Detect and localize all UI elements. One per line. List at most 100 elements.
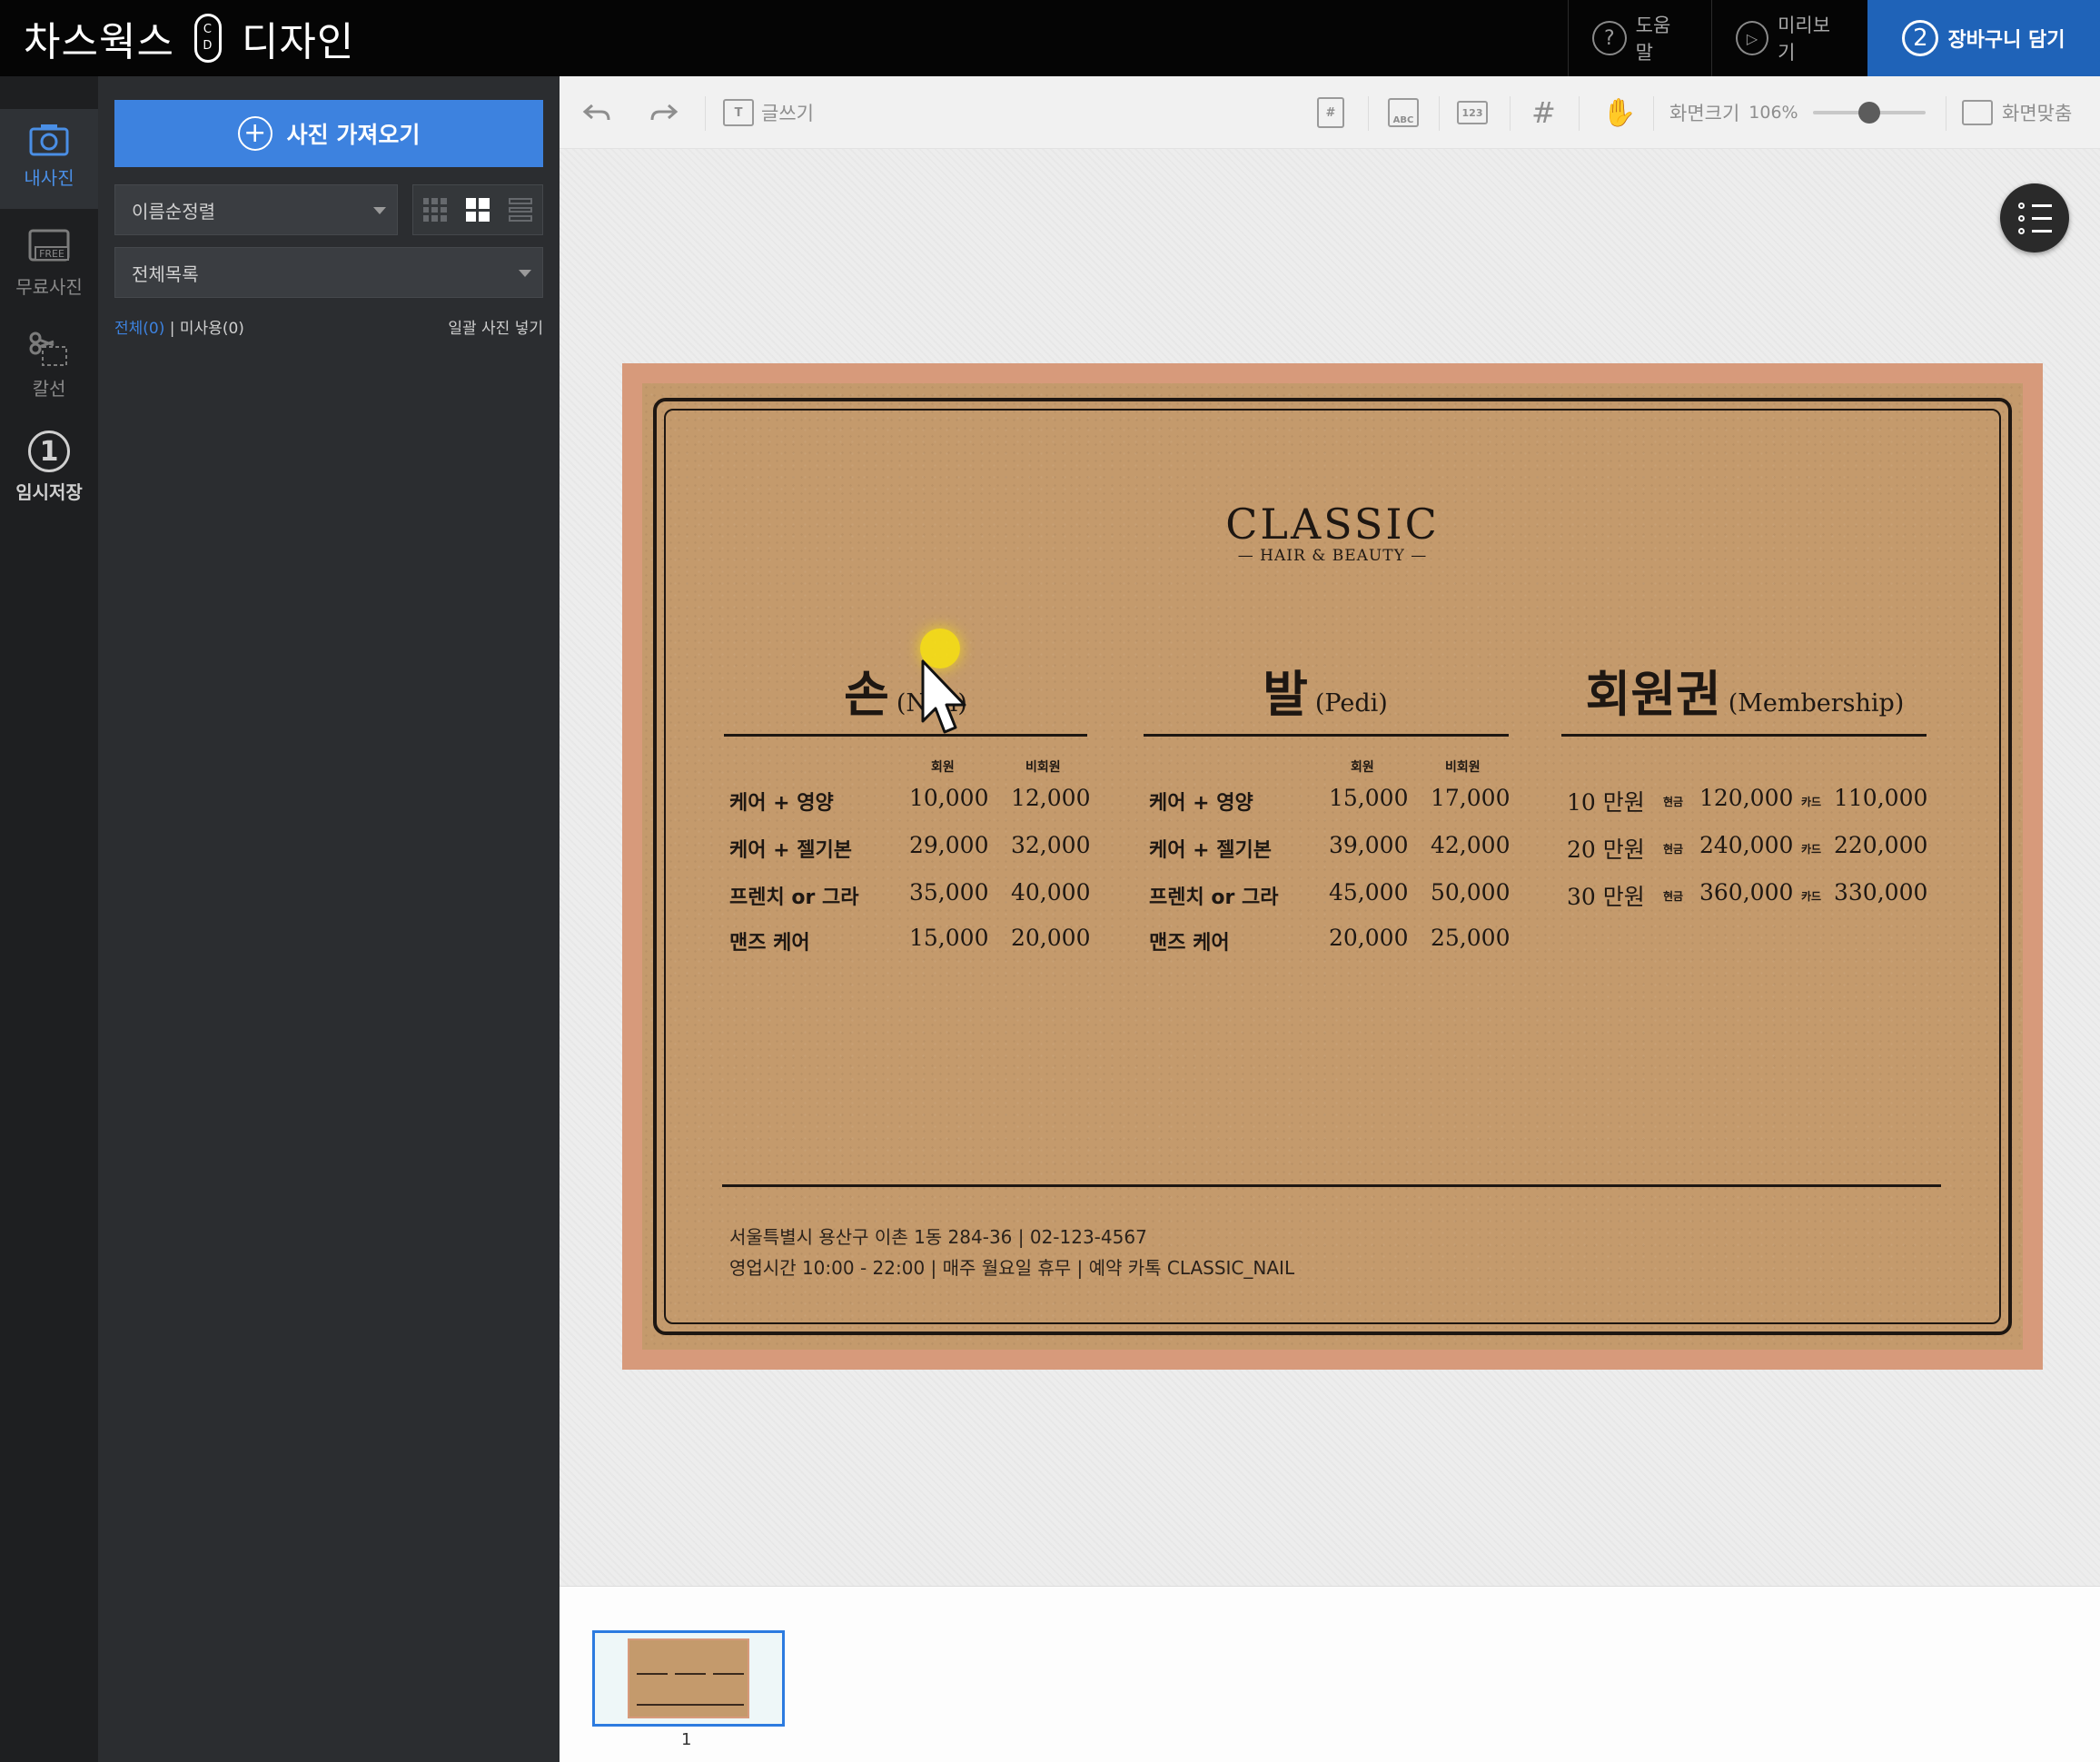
rail-my-photos[interactable]: 내사진 [0,109,98,209]
card-label: 카드 [1801,843,1822,856]
membership-card-price: 110,000 [1834,785,1928,811]
text-box-icon: T [723,99,754,126]
sort-dropdown[interactable]: 이름순정렬 [114,184,398,235]
mouse-pointer-icon [921,659,966,734]
undo-button[interactable] [581,76,612,149]
brand-logo: 차스웍스 C D 디자인 [24,0,354,76]
top-bar: 차스웍스 C D 디자인 ? 도움말 ▷ 미리보기 2 장바구니 담기 [0,0,2100,76]
membership-divider [1561,734,1927,737]
card-title[interactable]: CLASSIC [622,500,2043,549]
nail-row-member: 29,000 [909,832,989,858]
layers-menu-button[interactable] [2000,183,2069,252]
bulk-insert-link[interactable]: 일괄 사진 넣기 [448,315,543,338]
membership-amount: 20 만원 [1567,836,1645,863]
nail-row-nonmember: 40,000 [1011,879,1091,906]
zoom-slider-handle[interactable] [1858,102,1880,124]
membership-cash-price: 120,000 [1699,785,1794,811]
photo-panel: + 사진 가져오기 이름순정렬 전체목록 전체(0) | 미사용(0) 일괄 사… [98,76,560,1762]
section-nail-title[interactable]: 손(Nail) [724,654,1087,726]
card-label: 카드 [1801,796,1822,808]
brand-name: 차스웍스 [24,19,174,65]
membership-amount: 30 만원 [1567,884,1645,910]
pedi-row-label: 케어 + 영양 [1149,792,1253,815]
chevron-down-icon [519,270,531,277]
redo-button[interactable] [649,76,679,149]
page-number: 1 [681,1730,692,1749]
pedi-row-nonmember: 17,000 [1431,785,1511,811]
pedi-row-nonmember: 25,000 [1431,925,1511,951]
step-two-icon: 2 [1902,20,1939,56]
undo-icon [582,104,610,121]
grid-toggle-button[interactable]: # [1531,76,1556,149]
nail-row-member: 15,000 [909,925,989,951]
import-photos-button[interactable]: + 사진 가져오기 [114,100,543,167]
redo-icon [650,104,679,121]
card-label: 카드 [1801,890,1822,903]
question-icon: ? [1592,21,1627,55]
membership-amount: 10 만원 [1567,789,1645,816]
camera-icon [29,124,69,156]
album-dropdown[interactable]: 전체목록 [114,247,543,298]
section-pedi-title[interactable]: 발 (Pedi) [1144,654,1507,726]
section-membership-title[interactable]: 회원권 (Membership) [1545,654,1945,726]
text-tool-button[interactable]: T 글쓰기 [723,76,814,149]
brand-suffix: 디자인 [241,19,355,65]
nail-row-member: 10,000 [909,785,989,811]
spellcheck-button[interactable]: ABC [1388,76,1419,149]
membership-cash-price: 240,000 [1699,832,1794,858]
hash-tool-button[interactable]: # [1317,76,1344,149]
page-thumbnail-strip: 1 [560,1586,2100,1762]
help-button[interactable]: ? 도움말 [1568,0,1711,76]
pedi-row-label: 맨즈 케어 [1149,932,1230,955]
rail-temp-save[interactable]: 1 임시저장 [0,427,98,518]
zoom-slider[interactable] [1813,102,1926,124]
footer-hours[interactable]: 영업시간 10:00 - 22:00 | 매주 월요일 휴무 | 예약 카톡 C… [729,1253,1294,1280]
pedi-row-nonmember: 42,000 [1431,832,1511,858]
add-to-cart-button[interactable]: 2 장바구니 담기 [1867,0,2100,76]
nail-member-header: 회원 [931,760,955,775]
rail-cut-line[interactable]: 칼선 [0,323,98,414]
plus-icon: + [237,116,272,151]
chevron-down-icon [373,207,386,214]
nail-row-label: 프렌치 or 그라 [729,886,859,909]
preview-button[interactable]: ▷ 미리보기 [1711,0,1867,76]
filter-all[interactable]: 전체(0) [114,320,164,338]
filter-unused[interactable]: 미사용(0) [180,320,244,338]
fit-to-screen-button[interactable]: 화면맞춤 [1962,76,2072,149]
fit-screen-icon [1962,100,1993,125]
pedi-row-member: 39,000 [1329,832,1409,858]
pan-tool-button[interactable]: ✋ [1602,76,1636,149]
membership-card-price: 330,000 [1834,879,1928,906]
grid-medium-icon[interactable] [465,198,490,222]
pedi-nonmember-header: 비회원 [1445,760,1481,775]
nail-row-label: 케어 + 영양 [729,792,834,815]
hashtag-doc-icon: # [1317,97,1344,128]
footer-divider [722,1184,1941,1187]
nail-row-nonmember: 32,000 [1011,832,1091,858]
view-size-toggle [412,184,543,235]
page-thumbnail[interactable] [592,1630,785,1727]
grid-icon: # [1531,95,1556,130]
card-subtitle[interactable]: — HAIR & BEAUTY — [622,547,2043,565]
nail-nonmember-header: 비회원 [1025,760,1061,775]
play-icon: ▷ [1736,21,1769,55]
nail-row-label: 맨즈 케어 [729,932,810,955]
abc-icon: ABC [1388,98,1419,127]
rail-free-photos[interactable]: FREE 무료사진 [0,220,98,311]
nail-divider [724,734,1087,737]
nail-row-label: 케어 + 젤기본 [729,839,852,862]
membership-card-price: 220,000 [1834,832,1928,858]
grid-small-icon[interactable] [422,198,447,222]
photo-filter-row: 전체(0) | 미사용(0) 일괄 사진 넣기 [114,315,543,338]
svg-text:FREE: FREE [39,248,64,260]
pedi-member-header: 회원 [1351,760,1374,775]
footer-address[interactable]: 서울특별시 용산구 이촌 1동 284-36 | 02-123-4567 [729,1223,1147,1249]
list-icon [2017,202,2052,209]
save-step-icon: 1 [28,431,70,472]
menu-card-design[interactable]: CLASSIC — HAIR & BEAUTY — 손(Nail) 발(Pedi… [622,363,2043,1370]
cash-label: 현금 [1663,843,1684,856]
list-view-icon[interactable] [509,198,533,222]
number-tool-button[interactable]: 123 [1457,76,1488,149]
nail-row-nonmember: 12,000 [1011,785,1091,811]
brand-cd-icon: C D [193,14,222,63]
